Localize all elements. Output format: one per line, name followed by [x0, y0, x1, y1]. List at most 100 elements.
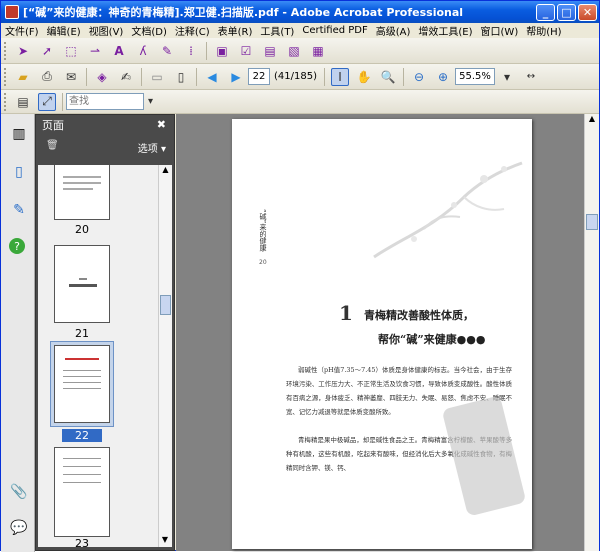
acrobat-window: [“碱”来的健康：神奇的青梅精].郑卫健.扫描版.pdf - Adobe Acr… [0, 0, 600, 552]
toolbar-separator [206, 41, 207, 60]
link-tool-icon[interactable]: ⇀ [86, 42, 104, 60]
page-thumbnail[interactable] [54, 447, 110, 537]
signatures-icon[interactable]: ✎ [9, 200, 29, 220]
running-title: “碱”来的健康 [259, 209, 267, 252]
multimedia-icon[interactable]: ▦ [309, 42, 327, 60]
zoom-dropdown-icon[interactable]: ▾ [498, 68, 516, 86]
print-icon[interactable]: ⎙ [38, 68, 56, 86]
save-disk-icon[interactable]: ▭ [148, 68, 166, 86]
menu-forms[interactable]: 表单(R) [214, 23, 257, 38]
zoom-tool-icon[interactable]: 🔍 [379, 68, 397, 86]
zoom-level-input[interactable]: 55.5% [454, 68, 495, 85]
plum-branch-illustration [373, 161, 523, 259]
marquee-select-icon[interactable]: ⬚ [62, 42, 80, 60]
window-title: [“碱”来的健康：神奇的青梅精].郑卫健.扫描版.pdf - Adobe Acr… [23, 6, 464, 19]
select-arrow-icon[interactable]: ➤ [14, 42, 32, 60]
pages-panel-tools: 🗑 选项 ▾ [36, 135, 174, 156]
scroll-thumb[interactable] [160, 295, 171, 315]
page-thumbnail[interactable] [54, 245, 110, 323]
fit-page-icon[interactable]: ⤢ [38, 92, 56, 111]
zoom-out-icon[interactable]: ⊖ [410, 68, 428, 86]
maximize-button[interactable]: □ [557, 3, 576, 21]
email-icon[interactable]: ✉ [62, 68, 80, 86]
scroll-up-arrow-icon[interactable]: ▲ [585, 114, 599, 128]
highlight-pen-icon[interactable]: ✎ [158, 42, 176, 60]
text-tool-icon[interactable]: A [110, 42, 128, 60]
scroll-thumb[interactable] [586, 214, 598, 230]
previous-page-icon[interactable]: ◀ [203, 68, 221, 86]
thumbnail-label: 20 [75, 223, 89, 236]
image-field-icon[interactable]: ▧ [285, 42, 303, 60]
single-page-icon[interactable]: ▤ [14, 93, 32, 111]
menu-advanced[interactable]: 高级(A) [372, 23, 415, 38]
toolbar-separator [86, 67, 87, 86]
chapter-number: 1 [339, 301, 353, 325]
scroll-down-arrow-icon[interactable]: ▼ [159, 535, 171, 547]
toolbar-separator [62, 92, 63, 111]
pages-panel-icon[interactable]: ▥ [9, 124, 29, 144]
pages-panel-header: 页面 ✖ [36, 115, 174, 135]
page-thumbnail[interactable] [54, 345, 110, 423]
note-tool-icon[interactable]: ⁞ [182, 42, 200, 60]
menu-plugins[interactable]: 增效工具(E) [414, 23, 476, 38]
menu-file[interactable]: 文件(F) [1, 23, 43, 38]
form-button-icon[interactable]: ▣ [213, 42, 231, 60]
page-thumbnail[interactable] [54, 165, 110, 220]
close-button[interactable]: ✕ [578, 3, 597, 21]
hand-tool-icon[interactable]: ✋ [355, 68, 373, 86]
thumbnail-label-selected: 22 [62, 429, 102, 442]
zoom-in-icon[interactable]: ⊕ [434, 68, 452, 86]
pages-panel: 页面 ✖ 🗑 选项 ▾ 20 21 22 23 ▲ ▼ [35, 114, 175, 551]
typewriter-icon[interactable]: ʎ [134, 42, 152, 60]
fit-width-icon[interactable]: ↔ [522, 68, 540, 86]
page-count-label: (41/185) [274, 71, 317, 82]
create-pdf-icon[interactable]: ▯ [172, 68, 190, 86]
select-text-icon[interactable]: I [330, 67, 349, 86]
menu-certified-pdf[interactable]: Certified PDF [298, 25, 371, 36]
pdf-page: “碱”来的健康 20 1 青梅精改善酸性体质， 帮你“碱”来健康●●● 弱碱性（… [232, 119, 532, 549]
toolbar-separator [141, 67, 142, 86]
options-menu[interactable]: 选项 ▾ [138, 140, 166, 155]
help-icon[interactable]: ? [9, 238, 25, 254]
toolbar-navigation: ▰ ⎙ ✉ ◈ ✍ ▭ ▯ ◀ ▶ 22 (41/185) I ✋ 🔍 ⊖ ⊕ … [1, 64, 599, 90]
menu-bar: 文件(F) 编辑(E) 视图(V) 文档(D) 注释(C) 表单(R) 工具(T… [1, 23, 599, 38]
checkbox-field-icon[interactable]: ☑ [237, 42, 255, 60]
document-scrollbar[interactable]: ▲ [584, 114, 599, 551]
open-folder-icon[interactable]: ▰ [14, 68, 32, 86]
toolbar-separator [196, 67, 197, 86]
navigation-pane-strip: ▥ ▯ ✎ ? 📎 💬 [1, 114, 35, 552]
menu-tools[interactable]: 工具(T) [256, 23, 298, 38]
menu-edit[interactable]: 编辑(E) [43, 23, 85, 38]
secure-icon[interactable]: ◈ [93, 68, 111, 86]
toolbar-separator [323, 67, 325, 86]
toolbar-separator [402, 67, 404, 86]
text-field-icon[interactable]: ▤ [261, 42, 279, 60]
menu-help[interactable]: 帮助(H) [522, 23, 565, 38]
toolbar-annotation: ➤ ➚ ⬚ ⇀ A ʎ ✎ ⁞ ▣ ☑ ▤ ▧ ▦ [1, 38, 599, 64]
trash-icon[interactable]: 🗑 [46, 140, 59, 151]
toolbar-grip[interactable] [4, 67, 8, 86]
sign-icon[interactable]: ✍ [117, 68, 135, 86]
toolbar-grip[interactable] [4, 41, 8, 60]
menu-document[interactable]: 文档(D) [127, 23, 171, 38]
title-bar[interactable]: [“碱”来的健康：神奇的青梅精].郑卫健.扫描版.pdf - Adobe Acr… [1, 1, 599, 23]
next-page-icon[interactable]: ▶ [227, 68, 245, 86]
chapter-title-line-2: 帮你“碱”来健康●●● [378, 333, 486, 346]
menu-comments[interactable]: 注释(C) [171, 23, 214, 38]
menu-view[interactable]: 视图(V) [85, 23, 128, 38]
panel-close-icon[interactable]: ✖ [157, 118, 166, 131]
scroll-up-arrow-icon[interactable]: ▲ [159, 165, 172, 177]
toolbar-grip[interactable] [4, 92, 8, 111]
bookmarks-icon[interactable]: ▯ [9, 162, 29, 182]
thumbnail-list[interactable]: 20 21 22 23 [38, 165, 160, 547]
menu-window[interactable]: 窗口(W) [477, 23, 523, 38]
attachments-icon[interactable]: 📎 [9, 482, 29, 502]
page-number-input[interactable]: 22 [248, 68, 270, 85]
find-input[interactable]: 查找 [66, 93, 153, 110]
minimize-button[interactable]: _ [536, 3, 555, 21]
chapter-title-line-1: 青梅精改善酸性体质， [364, 309, 474, 322]
object-select-icon[interactable]: ➚ [38, 42, 56, 60]
comments-icon[interactable]: 💬 [9, 518, 29, 538]
thumbnail-scrollbar[interactable]: ▲ ▼ [158, 165, 172, 547]
thumbnail-label: 21 [75, 327, 89, 340]
